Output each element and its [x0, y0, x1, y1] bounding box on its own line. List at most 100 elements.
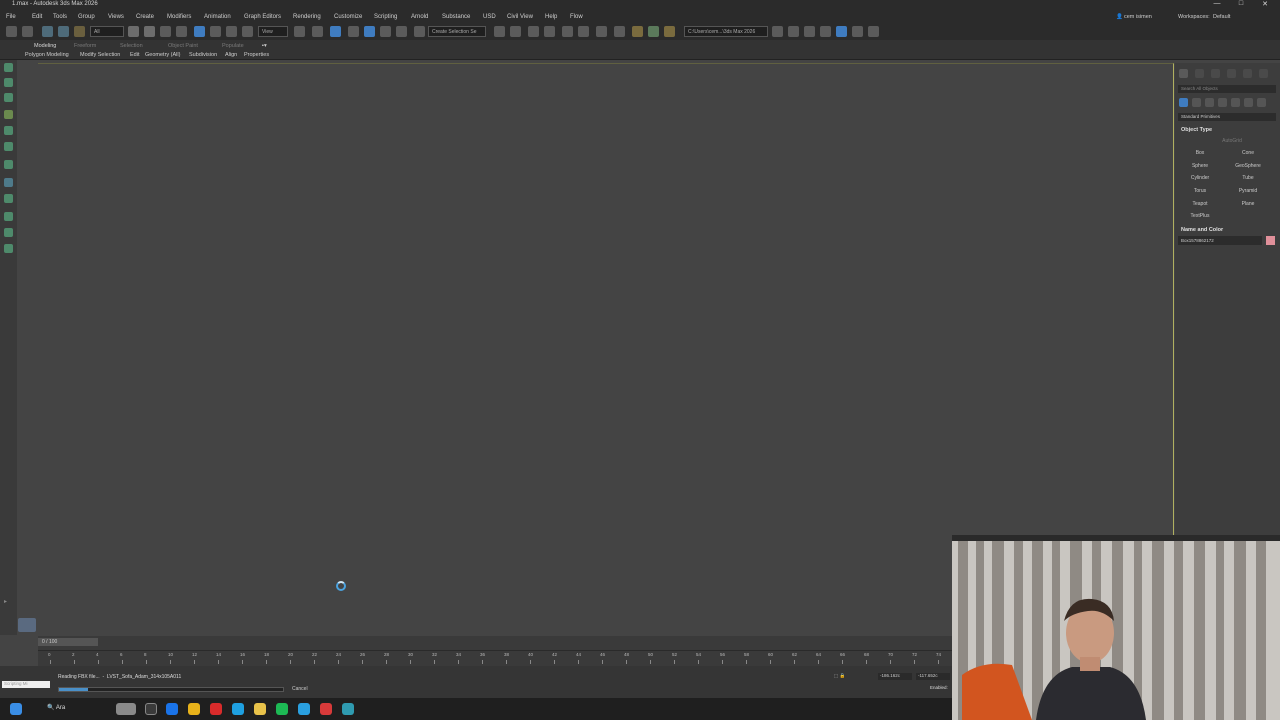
object-name-field[interactable]: Box1578862172	[1178, 236, 1262, 245]
helpers-filter-icon[interactable]	[4, 160, 13, 169]
select-by-name-icon[interactable]	[144, 26, 155, 37]
systems-category-icon[interactable]	[1257, 98, 1266, 107]
y-coordinate-field[interactable]: -117.652c	[916, 673, 950, 680]
freeze-filter-icon[interactable]	[4, 244, 13, 253]
help-search-icon[interactable]	[868, 26, 879, 37]
box-button[interactable]: Box	[1179, 148, 1221, 158]
bind-space-warp-icon[interactable]	[74, 26, 85, 37]
scene-explorer-icon[interactable]	[4, 63, 13, 72]
snaps-toggle-icon[interactable]	[348, 26, 359, 37]
menu-graph-editors[interactable]: Graph Editors	[244, 14, 281, 20]
menu-views[interactable]: Views	[108, 14, 124, 20]
toggle-layer-explorer-icon[interactable]	[544, 26, 555, 37]
display-tab-icon[interactable]	[1243, 69, 1252, 78]
subtab-modify-selection[interactable]: Modify Selection	[80, 52, 120, 58]
menu-group[interactable]: Group	[78, 14, 95, 20]
category-select[interactable]: Standard Primitives	[1178, 113, 1276, 121]
cameras-category-icon[interactable]	[1218, 98, 1227, 107]
cameras-filter-icon[interactable]	[4, 142, 13, 151]
placement-icon[interactable]	[242, 26, 253, 37]
project-settings-icon[interactable]	[804, 26, 815, 37]
user-name[interactable]: cem isimen	[1124, 14, 1152, 20]
groups-filter-icon[interactable]	[4, 194, 13, 203]
geosphere-button[interactable]: GeoSphere	[1227, 161, 1269, 171]
helpers-category-icon[interactable]	[1231, 98, 1240, 107]
geometry-filter-icon[interactable]	[4, 93, 13, 102]
edge-icon[interactable]	[232, 703, 244, 715]
tube-button[interactable]: Tube	[1227, 173, 1269, 183]
spinner-snap-icon[interactable]	[396, 26, 407, 37]
tab-modeling[interactable]: Modeling	[34, 43, 56, 49]
select-object-icon[interactable]	[128, 26, 139, 37]
open-project-icon[interactable]	[772, 26, 783, 37]
create-tab-icon[interactable]	[1179, 69, 1188, 78]
track-bar[interactable]: 0 2 4 6 8 10 12 14 16 18 20 22 24 26 28 30 32 34 36 38 40 42 4…	[38, 650, 952, 664]
project-path-field[interactable]: C:\Users\cem...\3ds Max 2026	[684, 26, 768, 37]
pyramid-button[interactable]: Pyramid	[1227, 186, 1269, 196]
x-coordinate-field[interactable]: -186.162c	[878, 673, 912, 680]
lights-category-icon[interactable]	[1205, 98, 1214, 107]
torus-button[interactable]: Torus	[1179, 186, 1221, 196]
region-select-icon[interactable]	[160, 26, 171, 37]
render-production-icon[interactable]	[664, 26, 675, 37]
menu-create[interactable]: Create	[136, 14, 154, 20]
object-color-swatch[interactable]	[1266, 236, 1275, 245]
percent-snap-icon[interactable]	[380, 26, 391, 37]
unlink-icon[interactable]	[58, 26, 69, 37]
archive-icon[interactable]	[820, 26, 831, 37]
cancel-button[interactable]: Cancel	[292, 686, 308, 692]
workspace-select[interactable]: Default	[1213, 14, 1230, 20]
hierarchy-tab-icon[interactable]	[1211, 69, 1220, 78]
file-explorer-icon[interactable]	[254, 703, 266, 715]
windows-start-icon[interactable]	[10, 703, 22, 715]
rendered-frame-window-icon[interactable]	[648, 26, 659, 37]
selection-filter-select[interactable]: All	[90, 26, 124, 37]
motion-tab-icon[interactable]	[1227, 69, 1236, 78]
maxscript-listener-icon[interactable]	[18, 618, 36, 632]
mirror-icon[interactable]	[494, 26, 505, 37]
pivot-center-icon[interactable]	[294, 26, 305, 37]
named-selection-set-field[interactable]: Create Selection Se	[428, 26, 486, 37]
tab-populate[interactable]: Populate	[222, 43, 244, 49]
subtab-polygon-modeling[interactable]: Polygon Modeling	[25, 52, 69, 58]
menu-animation[interactable]: Animation	[204, 14, 231, 20]
material-editor-icon[interactable]	[614, 26, 625, 37]
telegram-icon[interactable]	[298, 703, 310, 715]
subtab-subdivision[interactable]: Subdivision	[189, 52, 217, 58]
window-crossing-icon[interactable]	[176, 26, 187, 37]
menu-scripting[interactable]: Scripting	[374, 14, 397, 20]
cone-button[interactable]: Cone	[1227, 148, 1269, 158]
spacewarps-filter-icon[interactable]	[4, 178, 13, 187]
app-icon-1[interactable]	[166, 703, 178, 715]
ribbon-toggle-icon[interactable]	[562, 26, 573, 37]
teapot-button[interactable]: Teapot	[1179, 199, 1221, 209]
menu-customize[interactable]: Customize	[334, 14, 362, 20]
maxscript-mini-listener[interactable]: Scripting Mi	[2, 681, 50, 688]
name-color-rollout-title[interactable]: Name and Color	[1181, 227, 1223, 233]
rotate-icon[interactable]	[210, 26, 221, 37]
layer-explorer-icon[interactable]	[4, 78, 13, 87]
close-button[interactable]: ✕	[1260, 0, 1270, 8]
align-icon[interactable]	[510, 26, 521, 37]
app-icon-2[interactable]	[320, 703, 332, 715]
schematic-view-icon[interactable]	[596, 26, 607, 37]
viewport-layout-icon[interactable]	[836, 26, 847, 37]
object-type-rollout-title[interactable]: Object Type	[1181, 127, 1212, 133]
lights-filter-icon[interactable]	[4, 126, 13, 135]
menu-file[interactable]: File	[6, 14, 16, 20]
menu-edit[interactable]: Edit	[32, 14, 42, 20]
3ds-max-taskbar-icon[interactable]	[342, 703, 354, 715]
menu-help[interactable]: Help	[545, 14, 557, 20]
subtab-edit[interactable]: Edit	[130, 52, 139, 58]
redo-icon[interactable]	[22, 26, 33, 37]
link-icon[interactable]	[42, 26, 53, 37]
undo-icon[interactable]	[6, 26, 17, 37]
shapes-filter-icon[interactable]	[4, 110, 13, 119]
minimize-button[interactable]: —	[1212, 0, 1222, 8]
menu-arnold[interactable]: Arnold	[411, 14, 428, 20]
cylinder-button[interactable]: Cylinder	[1179, 173, 1221, 183]
menu-civil-view[interactable]: Civil View	[507, 14, 533, 20]
menu-flow[interactable]: Flow	[570, 14, 583, 20]
select-manipulate-icon[interactable]	[312, 26, 323, 37]
task-view-icon[interactable]	[145, 703, 157, 715]
